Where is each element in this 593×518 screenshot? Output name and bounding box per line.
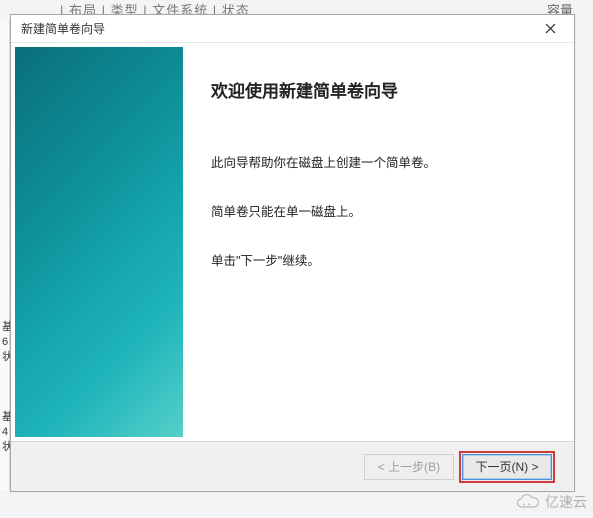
wizard-content: 欢迎使用新建简单卷向导 此向导帮助你在磁盘上创建一个简单卷。 简单卷只能在单一磁… xyxy=(183,43,574,441)
watermark-text: 亿速云 xyxy=(545,492,587,512)
back-button: < 上一步(B) xyxy=(364,454,454,480)
welcome-heading: 欢迎使用新建简单卷向导 xyxy=(211,77,544,102)
cloud-icon xyxy=(515,493,541,511)
wizard-side-panel xyxy=(15,47,183,437)
close-button[interactable] xyxy=(530,16,570,42)
desc-line-3: 单击"下一步"继续。 xyxy=(211,252,544,271)
next-button[interactable]: 下一页(N) > xyxy=(462,454,552,480)
button-bar: < 上一步(B) 下一页(N) > xyxy=(11,441,574,491)
desc-line-1: 此向导帮助你在磁盘上创建一个简单卷。 xyxy=(211,154,544,173)
close-icon xyxy=(545,23,556,34)
dialog-title: 新建简单卷向导 xyxy=(21,20,105,37)
dialog-body: 欢迎使用新建简单卷向导 此向导帮助你在磁盘上创建一个简单卷。 简单卷只能在单一磁… xyxy=(11,43,574,441)
watermark: 亿速云 xyxy=(515,492,587,512)
wizard-dialog: 新建简单卷向导 欢迎使用新建简单卷向导 此向导帮助你在磁盘上创建一个简单卷。 简… xyxy=(10,14,575,492)
titlebar: 新建简单卷向导 xyxy=(11,15,574,43)
desc-line-2: 简单卷只能在单一磁盘上。 xyxy=(211,203,544,222)
